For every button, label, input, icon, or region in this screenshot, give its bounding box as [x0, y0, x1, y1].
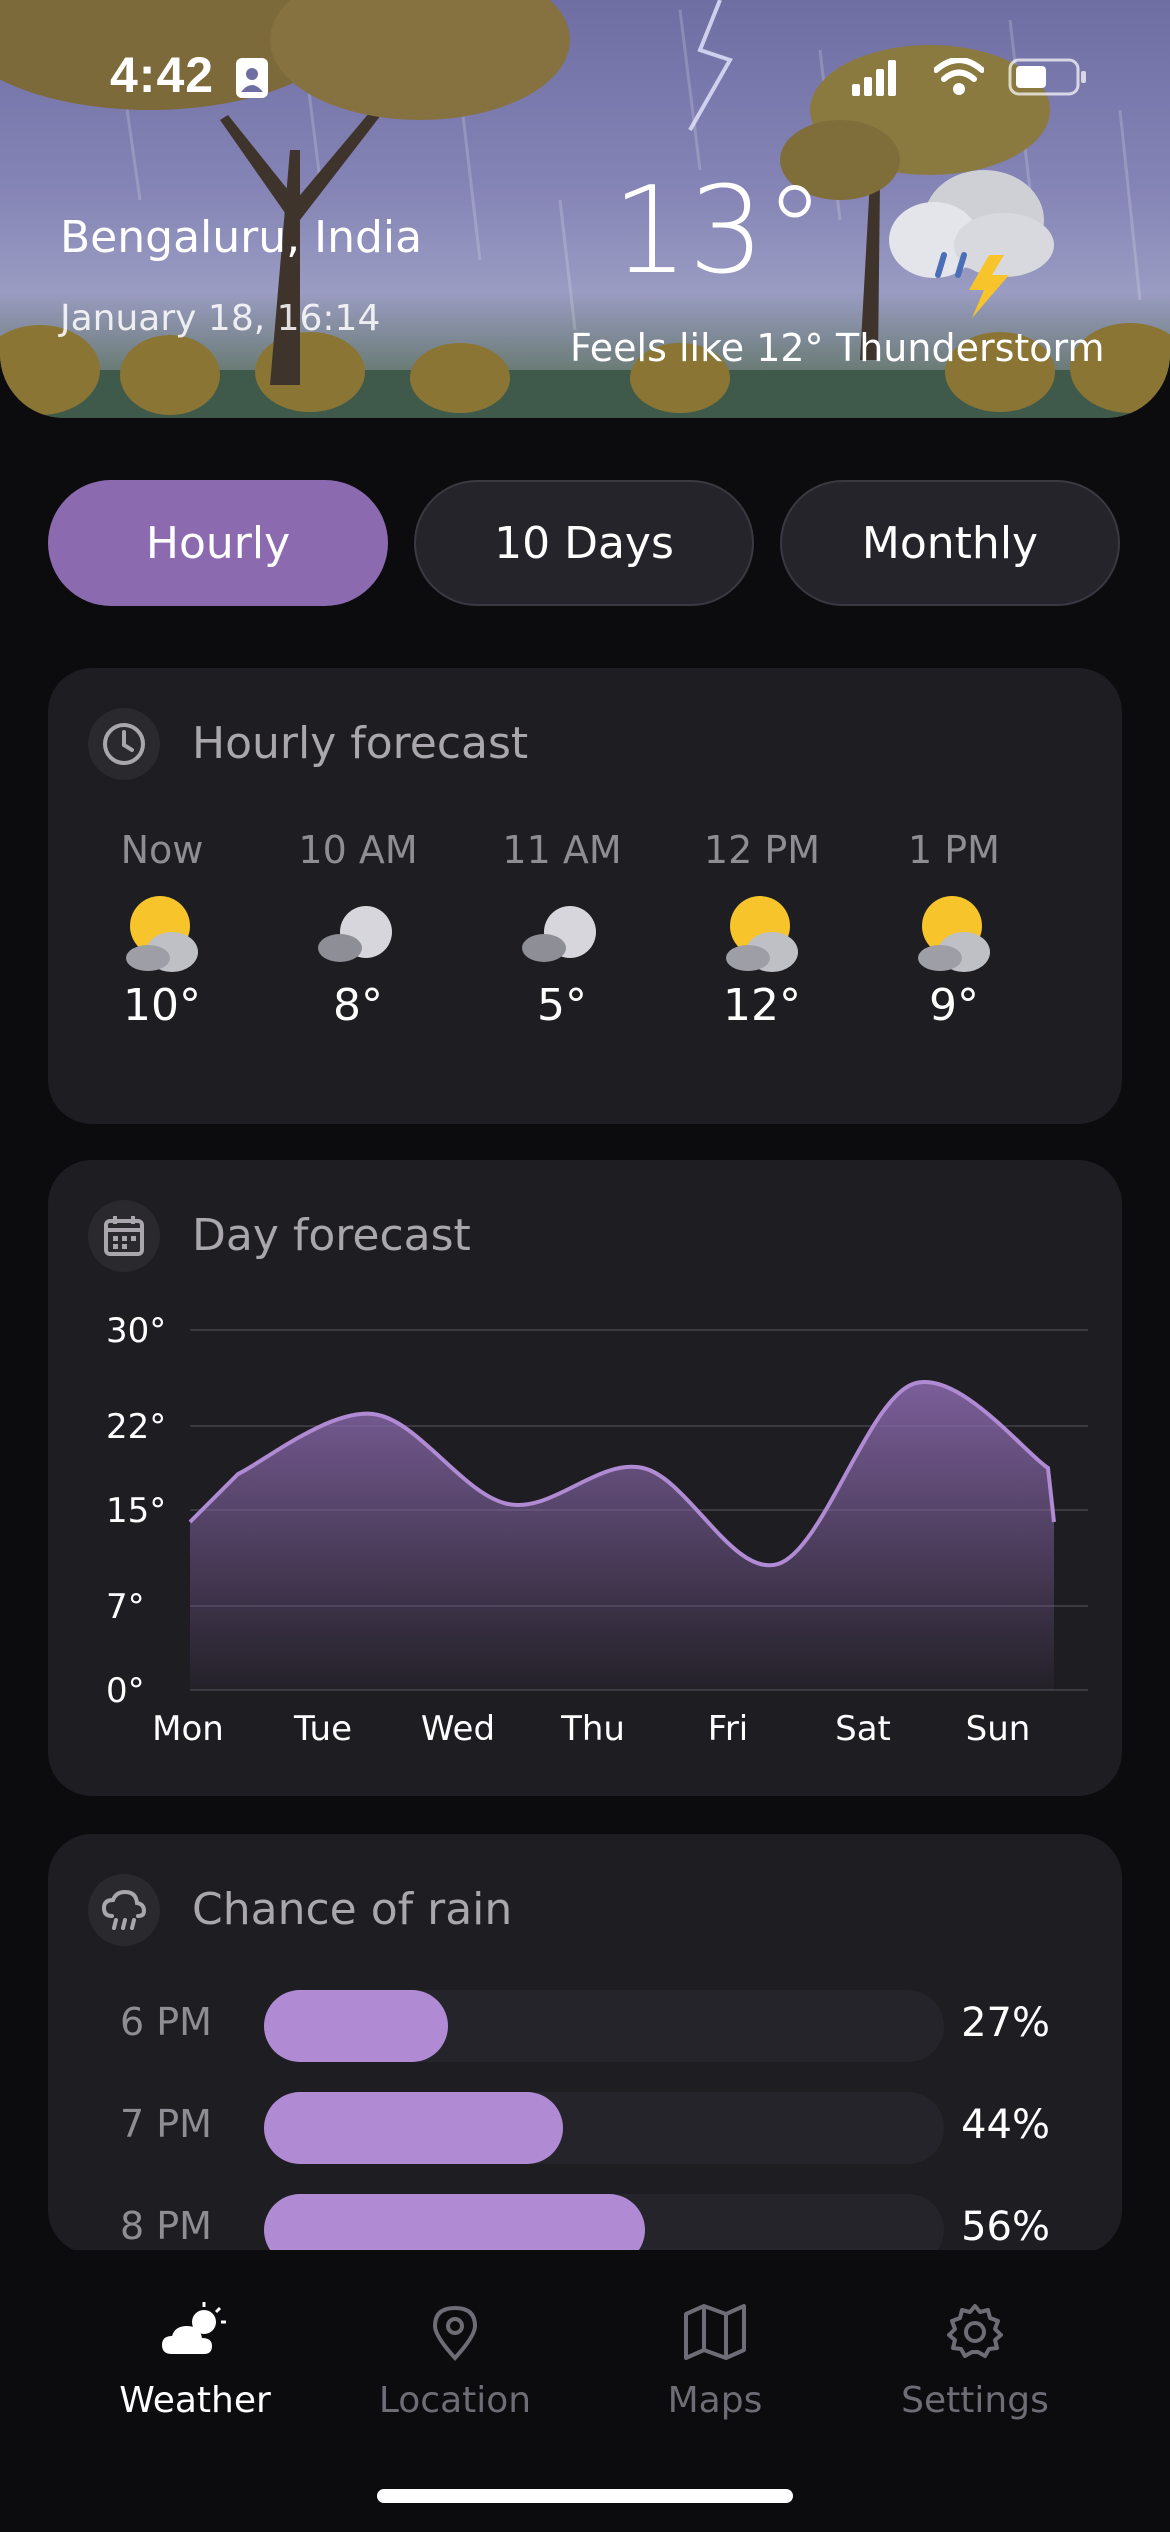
nav-label: Location	[378, 2380, 532, 2421]
x-tick-label: Sat	[835, 1709, 891, 1749]
cloudy-icon	[522, 906, 596, 962]
partly-sunny-icon	[126, 896, 198, 972]
hourly-item: Now 10°	[62, 828, 262, 1031]
x-tick-label: Mon	[152, 1709, 224, 1749]
rain-bar-fill	[264, 1990, 448, 2062]
calendar-icon	[88, 1200, 160, 1272]
nav-weather[interactable]: Weather	[65, 2302, 325, 2421]
rain-row: 7 PM 44%	[48, 2092, 1122, 2164]
rain-time: 6 PM	[120, 2000, 212, 2044]
location-name: Bengaluru, India	[60, 212, 423, 263]
status-time: 4:42	[110, 47, 215, 103]
thunderstorm-icon	[889, 170, 1054, 318]
hourly-time: 11 AM	[502, 828, 622, 872]
rain-bar-fill	[264, 2194, 645, 2254]
rain-row: 6 PM 27%	[48, 1990, 1122, 2062]
contact-card-icon	[236, 58, 268, 98]
rain-time: 8 PM	[120, 2204, 212, 2248]
day-forecast-card: Day forecast 30° 22° 15° 7° 0° Mon Tue Wed Thu F…	[48, 1160, 1122, 1796]
hourly-temp: 10°	[123, 980, 201, 1031]
partly-sunny-icon	[726, 896, 798, 972]
hourly-item: 12 PM 12°	[662, 828, 862, 1031]
hourly-time: 12 PM	[703, 828, 821, 872]
hourly-item: 10 AM 8°	[258, 828, 458, 1031]
rain-time: 7 PM	[120, 2102, 212, 2146]
chance-of-rain-title: Chance of rain	[192, 1884, 513, 1935]
day-forecast-chart: 30° 22° 15° 7° 0° Mon Tue Wed Thu Fri Sat Sun	[106, 1311, 1088, 1749]
forecast-tabs: Hourly 10 Days Monthly	[48, 480, 1122, 608]
y-tick-label: 15°	[106, 1491, 166, 1531]
rain-cloud-icon	[88, 1874, 160, 1946]
nav-label: Maps	[667, 2380, 763, 2421]
tab-10-days[interactable]: 10 Days	[414, 480, 754, 606]
gear-icon	[947, 2304, 1003, 2358]
home-indicator[interactable]	[377, 2489, 793, 2503]
hourly-temp: 5°	[537, 980, 587, 1031]
status-bar: 4:42	[0, 0, 1170, 150]
hourly-forecast-title: Hourly forecast	[192, 718, 529, 769]
hourly-time: Now	[120, 828, 204, 872]
rain-row: 8 PM 56%	[48, 2194, 1122, 2254]
y-tick-label: 30°	[106, 1311, 166, 1351]
rain-bar-track	[264, 1990, 944, 2062]
hourly-time: 10 AM	[298, 828, 418, 872]
location-pin-icon	[432, 2305, 478, 2361]
nav-label: Weather	[119, 2380, 271, 2421]
condition-label: Thunderstorm	[836, 326, 1105, 370]
nav-settings[interactable]: Settings	[845, 2302, 1105, 2421]
y-tick-label: 0°	[106, 1671, 145, 1711]
nav-location[interactable]: Location	[325, 2302, 585, 2421]
rain-bar-track	[264, 2194, 944, 2254]
nav-label: Settings	[901, 2380, 1049, 2421]
tab-monthly[interactable]: Monthly	[780, 480, 1120, 606]
hourly-temp: 8°	[333, 980, 383, 1031]
rain-percent: 56%	[961, 2204, 1050, 2250]
signal-icon	[852, 60, 896, 96]
hourly-time: 1 PM	[908, 828, 1000, 872]
hourly-temp: 9°	[929, 980, 979, 1031]
clock-icon	[88, 708, 160, 780]
tab-hourly[interactable]: Hourly	[48, 480, 388, 606]
day-forecast-title: Day forecast	[192, 1210, 471, 1261]
y-tick-label: 22°	[106, 1407, 166, 1447]
chance-of-rain-card: Chance of rain 6 PM 27% 7 PM 44% 8 PM 56…	[48, 1834, 1122, 2254]
hourly-temp: 12°	[723, 980, 801, 1031]
x-tick-label: Tue	[293, 1709, 352, 1749]
wifi-icon	[934, 58, 984, 95]
x-tick-label: Sun	[966, 1709, 1031, 1749]
map-icon	[684, 2304, 746, 2360]
x-tick-label: Fri	[708, 1709, 749, 1749]
hourly-forecast-card: Hourly forecast Now 10° 10 AM 8° 11 AM 5…	[48, 668, 1122, 1124]
current-temperature: 13°	[612, 162, 825, 301]
partly-sunny-icon	[918, 896, 990, 972]
rain-percent: 27%	[961, 2000, 1050, 2046]
rain-bar-fill	[264, 2092, 563, 2164]
weather-icon	[162, 2302, 226, 2354]
hourly-item: 11 AM 5°	[462, 828, 662, 1031]
date-time: January 18, 16:14	[60, 298, 381, 339]
battery-icon	[1008, 58, 1086, 96]
x-tick-label: Thu	[560, 1709, 625, 1749]
x-tick-label: Wed	[421, 1709, 495, 1749]
rain-percent: 44%	[961, 2102, 1050, 2148]
weather-header: 4:42 Bengaluru, India January 18, 16:14 …	[0, 0, 1170, 418]
cloudy-icon	[318, 906, 392, 962]
feels-like: Feels like 12°	[570, 326, 824, 370]
y-tick-label: 7°	[106, 1587, 145, 1627]
hourly-item: 1 PM 9°	[854, 828, 1054, 1031]
nav-maps[interactable]: Maps	[585, 2302, 845, 2421]
rain-bar-track	[264, 2092, 944, 2164]
